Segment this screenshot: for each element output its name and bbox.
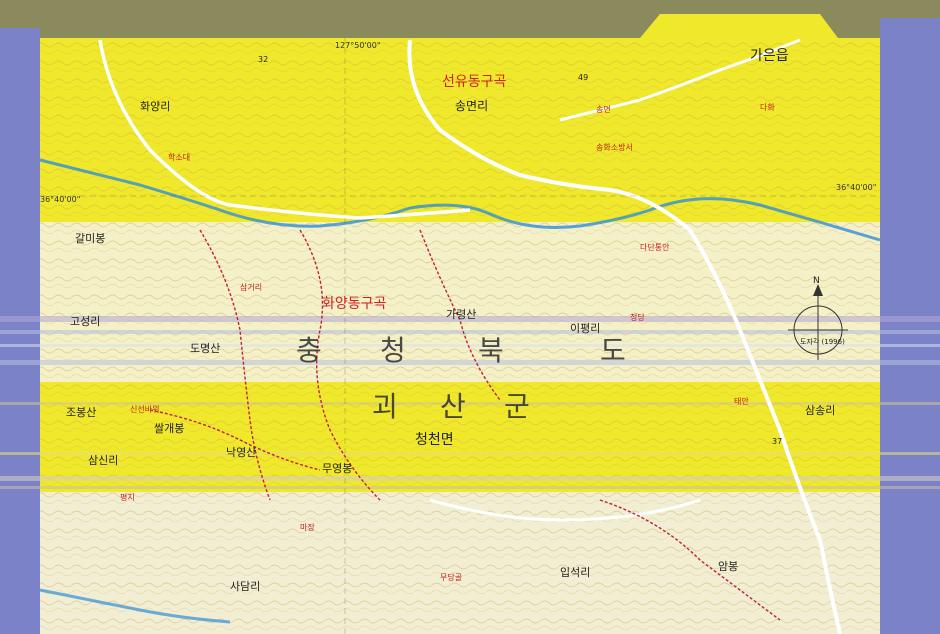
label-longitude: 127°50'00": [335, 41, 381, 50]
province-char-1: 충: [296, 334, 322, 367]
label-compass-decl: 도자각 (1996): [800, 337, 845, 346]
label-nakyeongsan: 낙영산: [226, 446, 256, 459]
label-samsong-ri: 삼송리: [805, 404, 835, 417]
label-gaeun-eup: 가은읍: [750, 48, 789, 64]
label-seonyu-valley: 선유동구곡: [442, 74, 507, 90]
label-garyeongsan: 가령산: [446, 308, 476, 321]
label-hwayang-ri: 화양리: [140, 100, 170, 113]
county-char-1: 괴: [372, 390, 398, 423]
route-49: 49: [578, 73, 588, 82]
county-char-2: 산: [440, 390, 466, 423]
label-ssaegaebong: 쌀개봉: [154, 422, 184, 435]
label-galmibong: 갈미봉: [75, 231, 105, 245]
place-10: 마장: [300, 522, 315, 532]
label-ammong: 암봉: [718, 560, 738, 573]
place-1: 학소대: [168, 152, 190, 162]
right-margin: [880, 18, 940, 634]
place-8: 태안: [734, 396, 749, 406]
label-compass-north: N: [813, 276, 820, 286]
place-3: 삼거리: [240, 282, 262, 292]
contour-lines: [40, 38, 880, 634]
label-samsin-ri: 삼신리: [88, 454, 118, 467]
label-sadam-ri: 사담리: [230, 580, 260, 593]
place-12: 무당골: [440, 572, 462, 582]
place-2: 정당: [630, 312, 645, 322]
label-muyeongbong: 무영봉: [322, 462, 352, 475]
label-doseongsan: 도명산: [190, 342, 220, 355]
map-canvas: 화양리 송면리 고성리 이평리 삼송리 삼신리 사담리 입석리 암봉 선유동구곡…: [0, 0, 940, 634]
route-37: 37: [772, 437, 782, 446]
label-ipseok-ri: 입석리: [560, 566, 590, 579]
province-char-4: 도: [600, 334, 626, 367]
label-goseong-ri: 고성리: [70, 315, 100, 328]
map-notch: [640, 14, 838, 38]
label-jobongsan: 조봉산: [66, 406, 96, 419]
county-char-3: 군: [504, 390, 530, 423]
label-latitude: 36°40'00": [40, 195, 80, 204]
route-32: 32: [258, 55, 268, 64]
label-cheongcheon-myeon: 청천면: [415, 432, 454, 448]
place-5: 송면: [596, 104, 611, 114]
place-4: 평지: [120, 492, 135, 502]
place-7: 다단통안: [640, 242, 670, 252]
label-hwayang-valley: 화양동구곡: [322, 296, 387, 312]
province-char-2: 청: [380, 334, 406, 367]
province-char-3: 북: [478, 334, 504, 367]
topographic-map: 화양리 송면리 고성리 이평리 삼송리 삼신리 사담리 입석리 암봉 선유동구곡…: [0, 0, 940, 634]
place-9: 다화: [760, 103, 775, 112]
label-ipyeong-ri: 이평리: [570, 322, 600, 335]
place-11: 신선바위: [130, 404, 159, 414]
label-songmyeon-ri: 송면리: [455, 99, 488, 113]
place-6: 송화소방서: [596, 142, 633, 152]
label-latitude-right: 36°40'00": [836, 183, 876, 192]
